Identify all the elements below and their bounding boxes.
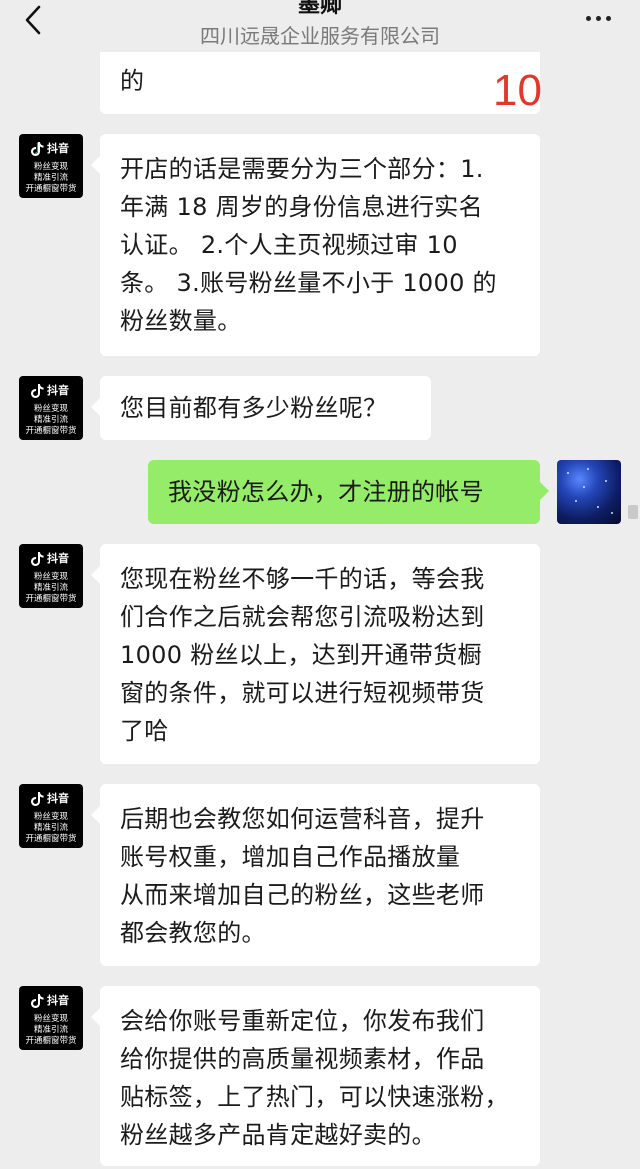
avatar-line-3: 开通橱窗带货 [25, 184, 77, 194]
message-line: 您现在粉丝不够一千的话，等会我 [120, 565, 485, 593]
contact-avatar[interactable]: 抖音 粉丝变现 精准引流 开通橱窗带货 [19, 376, 83, 440]
message-line: 会给你账号重新定位，你发布我们 [120, 1007, 485, 1035]
tiktok-logo-icon [31, 142, 44, 156]
chat-header: 墨卿 四川远晟企业服务有限公司 [0, 0, 640, 52]
chat-subtitle: 四川远晟企业服务有限公司 [200, 24, 440, 48]
avatar-line-2: 精准引流 [33, 823, 68, 833]
tiktok-logo-icon [31, 384, 44, 398]
message-line: 给你提供的高质量视频素材，作品 [120, 1045, 485, 1073]
message-line: 了哈 [120, 717, 169, 745]
brand-label: 抖音 [47, 792, 69, 805]
contact-avatar[interactable]: 抖音 粉丝变现 精准引流 开通橱窗带货 [19, 986, 83, 1050]
avatar-line-1: 粉丝变现 [33, 162, 68, 172]
message-line: 账号权重，增加自己作品播放量 [120, 843, 461, 871]
avatar-line-3: 开通橱窗带货 [25, 594, 77, 604]
message-bubble[interactable]: 后期也会教您如何运营科音，提升 账号权重，增加自己作品播放量 从而来增加自己的粉… [91, 784, 540, 966]
message-line: 窗的条件，就可以进行短视频带货 [120, 679, 485, 707]
tiktok-logo-icon [31, 994, 44, 1008]
message-bubble[interactable]: 会给你账号重新定位，你发布我们 给你提供的高质量视频素材，作品 贴标签，上了热门… [91, 986, 540, 1166]
avatar-line-2: 精准引流 [33, 1025, 68, 1035]
contact-avatar[interactable]: 抖音 粉丝变现 精准引流 开通橱窗带货 [19, 784, 83, 848]
scroll-handle[interactable] [628, 505, 638, 519]
message-bubble[interactable]: 您现在粉丝不够一千的话，等会我 们合作之后就会帮您引流吸粉达到 1000 粉丝以… [91, 544, 540, 764]
brand-label: 抖音 [47, 142, 69, 155]
avatar-line-2: 精准引流 [33, 415, 68, 425]
more-dots-icon [585, 15, 591, 21]
message-line: 从而来增加自己的粉丝，这些老师 [120, 881, 485, 909]
brand-label: 抖音 [47, 384, 69, 397]
message-line: 的 [120, 67, 145, 95]
message-line: 认证。 2.个人主页视频过审 10 [120, 231, 458, 259]
avatar-line-1: 粉丝变现 [33, 1014, 68, 1024]
avatar-line-3: 开通橱窗带货 [25, 1036, 77, 1046]
avatar-line-2: 精准引流 [33, 583, 68, 593]
chat-title: 墨卿 [297, 0, 342, 18]
avatar-line-3: 开通橱窗带货 [25, 834, 77, 844]
message-line: 我没粉怎么办，才注册的帐号 [168, 478, 484, 506]
unread-count: 10 [493, 66, 542, 115]
message-line: 后期也会教您如何运营科音，提升 [120, 805, 485, 833]
message-bubble[interactable]: 开店的话是需要分为三个部分：1. 年满 18 周岁的身份信息进行实名 认证。 2… [91, 134, 540, 356]
self-message-bubble[interactable]: 我没粉怎么办，才注册的帐号 [148, 460, 549, 524]
message-line: 贴标签，上了热门，可以快速涨粉， [120, 1083, 509, 1111]
self-avatar[interactable] [557, 460, 621, 524]
avatar-line-1: 粉丝变现 [33, 404, 68, 414]
brand-label: 抖音 [47, 994, 69, 1007]
brand-label: 抖音 [47, 552, 69, 565]
message-line: 年满 18 周岁的身份信息进行实名 [120, 193, 483, 221]
message-line: 们合作之后就会帮您引流吸粉达到 [120, 603, 485, 631]
message-line: 您目前都有多少粉丝呢？ [120, 394, 388, 422]
contact-avatar[interactable]: 抖音 粉丝变现 精准引流 开通橱窗带货 [19, 134, 83, 198]
tiktok-logo-icon [31, 552, 44, 566]
chat-area[interactable]: 的 10 抖音 粉丝变现 精准引流 开通橱窗带货 开店的话是需要分为三个部分：1… [0, 0, 640, 1169]
avatar-line-3: 开通橱窗带货 [25, 426, 77, 436]
message-line: 条。 3.账号粉丝量不小于 1000 的 [120, 269, 497, 297]
avatar-line-1: 粉丝变现 [33, 812, 68, 822]
message-line: 1000 粉丝以上，达到开通带货橱 [120, 641, 482, 669]
contact-avatar[interactable]: 抖音 粉丝变现 精准引流 开通橱窗带货 [19, 544, 83, 608]
tiktok-logo-icon [31, 792, 44, 806]
message-line: 开店的话是需要分为三个部分：1. [120, 155, 484, 183]
message-line: 粉丝越多产品肯定越好卖的。 [120, 1121, 436, 1149]
message-line: 都会教您的。 [120, 919, 266, 947]
avatar-line-1: 粉丝变现 [33, 572, 68, 582]
more-button[interactable] [578, 4, 618, 32]
avatar-line-2: 精准引流 [33, 173, 68, 183]
message-bubble[interactable]: 您目前都有多少粉丝呢？ [91, 376, 431, 440]
message-line: 粉丝数量。 [120, 307, 242, 335]
